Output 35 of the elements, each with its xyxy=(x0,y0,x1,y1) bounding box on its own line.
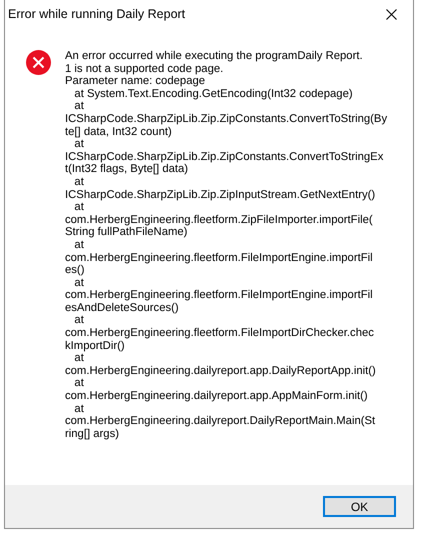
error-message-line: at xyxy=(73,201,85,214)
error-message-line: ICSharpCode.SharpZipLib.Zip.ZipConstants.ConvertToString(By xyxy=(65,112,388,126)
error-message-line: t(Int32 flags, Byte[] data) xyxy=(65,163,190,176)
error-message-line: esAndDeleteSources() xyxy=(65,302,180,314)
error-message-line: ICSharpCode.SharpZipLib.Zip.ZipInputStream.GetNextEntry() xyxy=(65,188,376,202)
error-message-line: 1 is not a supported code page. xyxy=(65,62,224,76)
error-message-line: com.HerbergEngineering.fleetform.FileImportDirChecker.chec xyxy=(65,327,375,340)
ok-button[interactable]: OK xyxy=(323,496,396,517)
error-message-line: at System.Text.Encoding.GetEncoding(Int32 codepage) xyxy=(73,88,354,100)
error-message-line: com.HerbergEngineering.dailyreport.app.AppMainForm.init() xyxy=(65,390,369,403)
error-message-line: at xyxy=(73,238,85,252)
error-message-line: String fullPathFileName) xyxy=(65,226,188,239)
error-message-line: at xyxy=(73,276,85,290)
error-message-line: at xyxy=(73,402,85,416)
error-message-line: at xyxy=(73,176,85,189)
error-message-line: com.HerbergEngineering.dailyreport.app.DailyReportApp.init() xyxy=(65,364,377,378)
error-message-line: com.HerbergEngineering.fleetform.FileImportEngine.importFil xyxy=(65,289,374,302)
error-message-line: te[] data, Int32 count) xyxy=(65,126,173,138)
error-message-line: es() xyxy=(65,264,86,277)
error-message-line: Parameter name: codepage xyxy=(65,75,206,88)
error-message-line: ring[] args) xyxy=(65,428,120,440)
error-message-line: at xyxy=(73,138,85,151)
window-title: Error while running Daily Report xyxy=(8,7,186,21)
error-message-line: at xyxy=(73,314,85,328)
error-message-line: kImportDir() xyxy=(65,340,126,352)
error-message-line: ICSharpCode.SharpZipLib.Zip.ZipConstants.ConvertToStringEx xyxy=(65,150,384,164)
error-message-line: com.HerbergEngineering.dailyreport.DailyReportMain.Main(St xyxy=(65,415,376,428)
error-message-line: at xyxy=(73,100,85,113)
error-message-line: com.HerbergEngineering.fleetform.FileImportEngine.importFil xyxy=(65,252,374,264)
error-message-line: com.HerbergEngineering.fleetform.ZipFileImporter.importFile( xyxy=(65,214,374,226)
error-message-line: at xyxy=(73,352,85,365)
error-message-line: An error occurred while executing the programDaily Report. xyxy=(65,50,364,63)
error-message-line: at xyxy=(73,377,85,390)
error-icon xyxy=(26,50,51,75)
close-icon xyxy=(386,8,396,20)
